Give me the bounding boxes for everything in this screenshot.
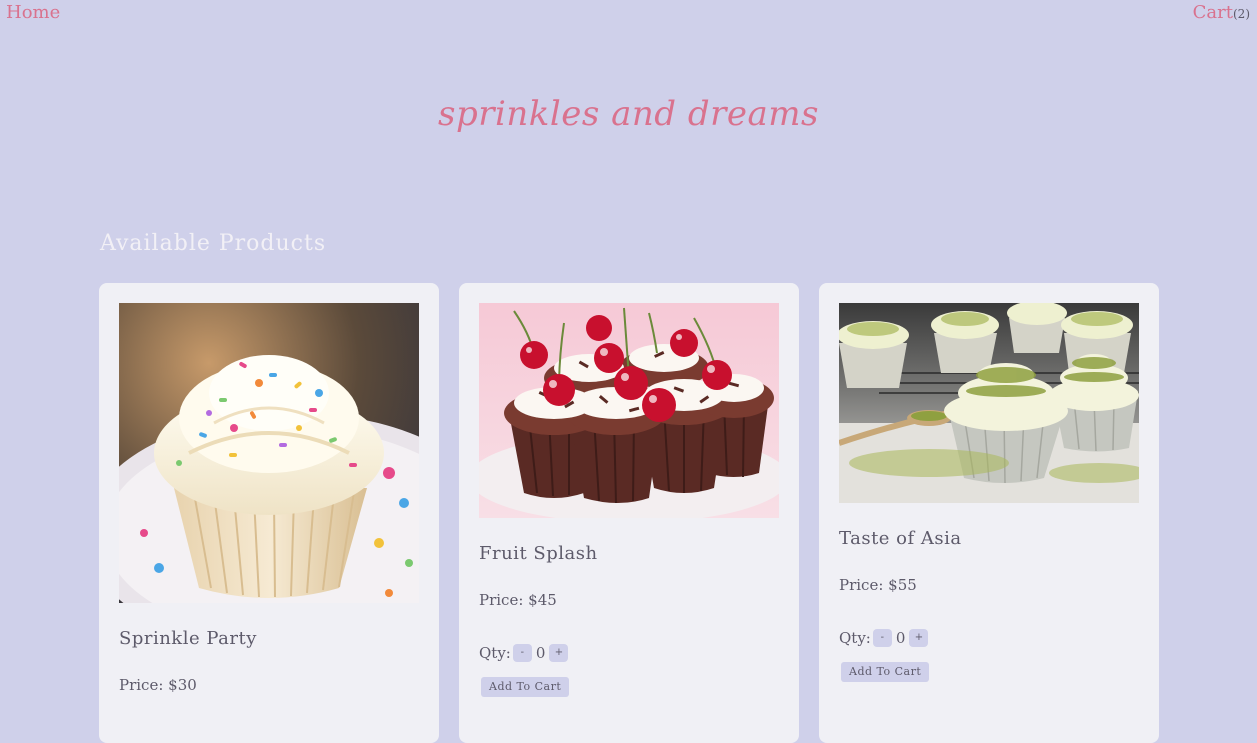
quantity-stepper: Qty: - 0 + <box>839 629 929 647</box>
product-name: Sprinkle Party <box>119 628 257 649</box>
qty-decrease-button[interactable]: - <box>872 629 892 647</box>
qty-label: Qty: <box>839 629 871 647</box>
product-card: Taste of Asia Price: $55 Qty: - 0 + Add … <box>819 283 1159 743</box>
qty-increase-button[interactable]: + <box>909 629 929 647</box>
add-to-cart-button[interactable]: Add To Cart <box>481 677 570 697</box>
home-link[interactable]: Home <box>6 2 60 23</box>
qty-label: Qty: <box>479 644 511 662</box>
section-title: Available Products <box>100 231 327 256</box>
brand-title: sprinkles and dreams <box>438 94 819 134</box>
product-price: Price: $30 <box>119 676 197 694</box>
product-card: Sprinkle Party Price: $30 <box>99 283 439 743</box>
product-image-taste-of-asia <box>839 303 1139 503</box>
add-to-cart-button[interactable]: Add To Cart <box>841 662 930 682</box>
qty-value: 0 <box>895 629 906 647</box>
cart-label: Cart <box>1192 2 1233 23</box>
product-name: Fruit Splash <box>479 543 598 564</box>
product-name: Taste of Asia <box>839 528 962 549</box>
qty-decrease-button[interactable]: - <box>512 644 532 662</box>
product-card: Fruit Splash Price: $45 Qty: - 0 + Add T… <box>459 283 799 743</box>
product-price: Price: $45 <box>479 591 557 609</box>
top-nav: Home Cart(2) <box>0 0 1257 28</box>
cart-count: (2) <box>1233 7 1250 21</box>
cart-link[interactable]: Cart(2) <box>1193 2 1250 23</box>
qty-value: 0 <box>535 644 546 662</box>
product-image-sprinkle-party <box>119 303 419 603</box>
product-price: Price: $55 <box>839 576 917 594</box>
qty-increase-button[interactable]: + <box>549 644 569 662</box>
quantity-stepper: Qty: - 0 + <box>479 644 569 662</box>
product-image-fruit-splash <box>479 303 779 518</box>
